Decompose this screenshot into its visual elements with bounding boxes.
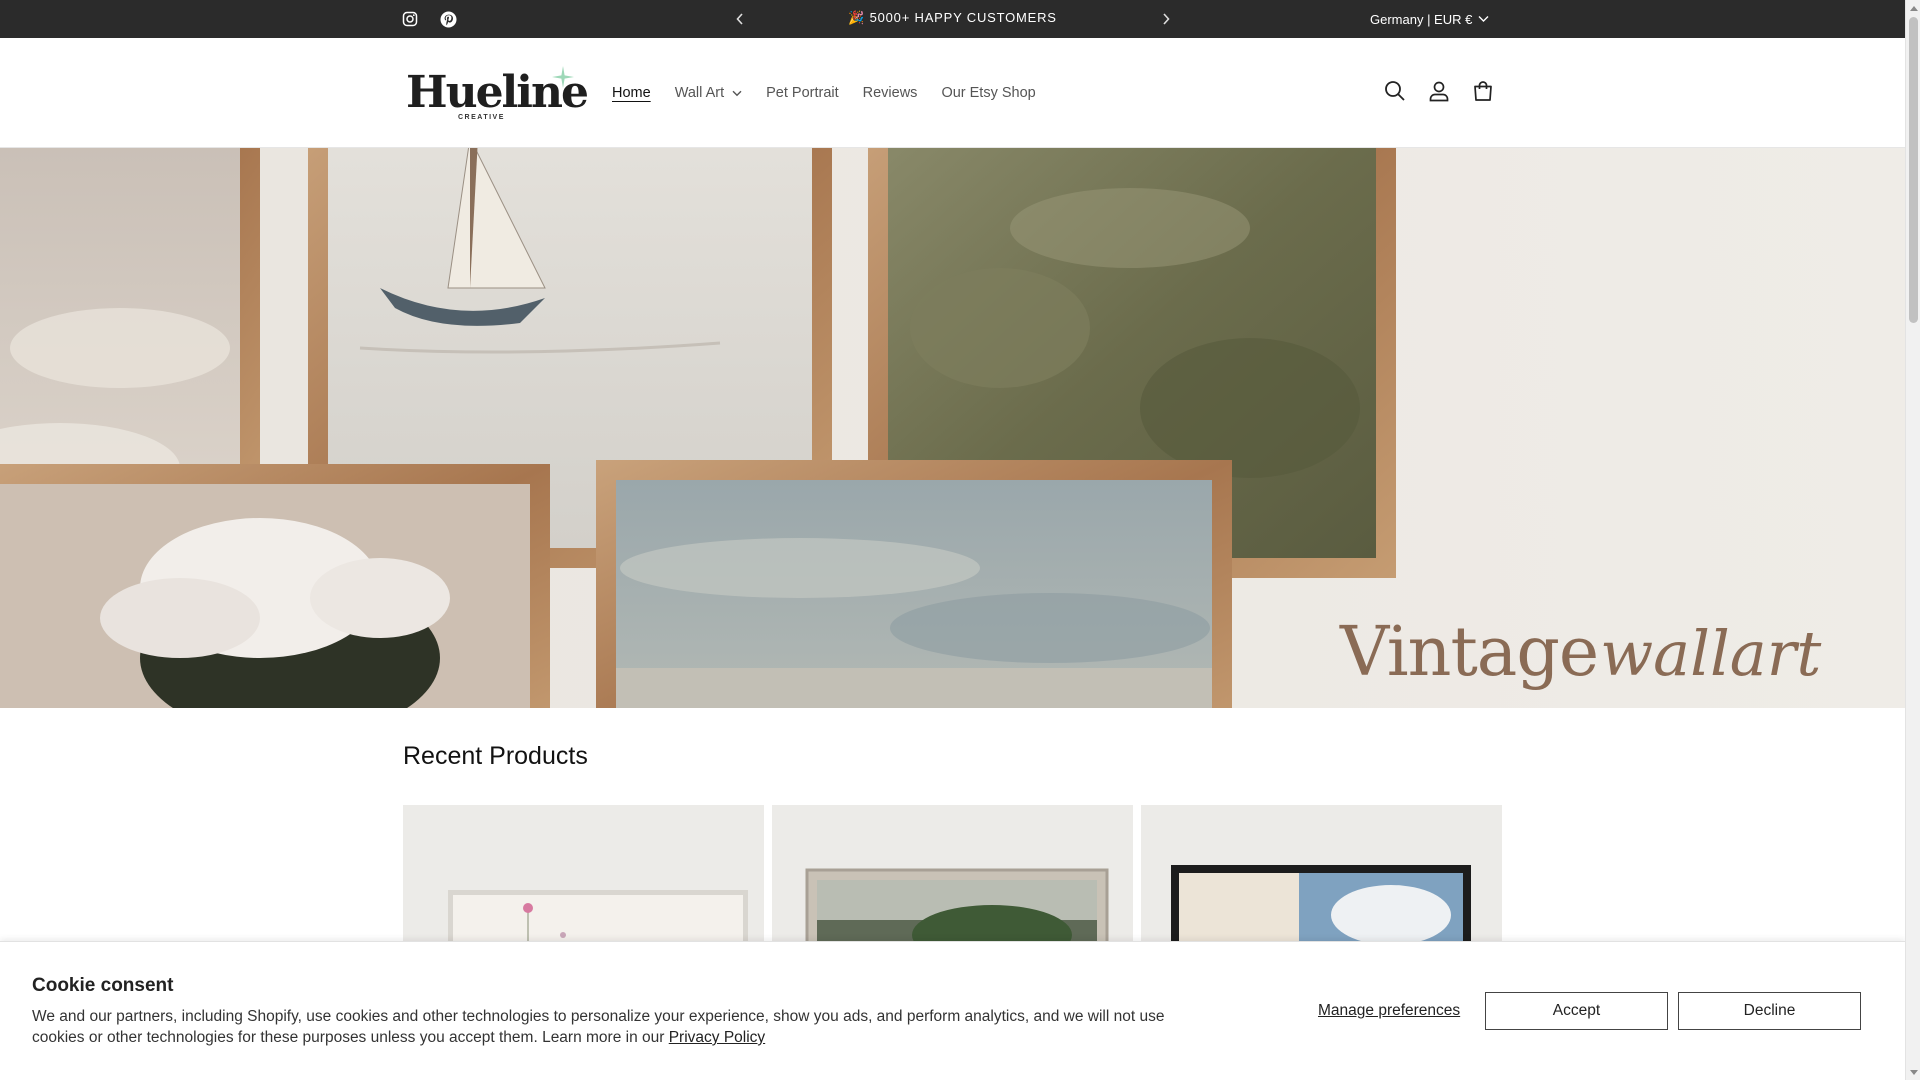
cookie-consent-title: Cookie consent [32,975,174,996]
search-icon[interactable] [1380,76,1410,106]
announcement-prev-arrow-icon[interactable] [730,9,750,29]
cookie-consent-banner: Cookie consent We and our partners, incl… [0,941,1905,1080]
recent-products-title: Recent Products [403,742,588,770]
announcement-next-arrow-icon[interactable] [1156,9,1176,29]
page: 🎉 5000+ HAPPY CUSTOMERS Germany | EUR € … [0,0,1920,1080]
country-selector[interactable]: Germany | EUR € [1370,0,1489,38]
nav-item-label: Home [612,85,651,101]
announcement-bar: 🎉 5000+ HAPPY CUSTOMERS Germany | EUR € [0,0,1905,38]
privacy-policy-link[interactable]: Privacy Policy [669,1029,765,1046]
nav-item-label: Pet Portrait [766,85,839,101]
cart-icon[interactable] [1468,76,1498,106]
nav-item-label: Reviews [862,85,918,101]
chevron-down-icon [1478,16,1489,22]
nav-item-etsy-shop[interactable]: Our Etsy Shop [929,76,1047,110]
main-navigation: Home Wall Art Pet Portrait Reviews Our E… [600,38,1048,148]
page-content: 🎉 5000+ HAPPY CUSTOMERS Germany | EUR € … [0,0,1905,1080]
nav-item-label: Our Etsy Shop [941,85,1036,101]
hero-caption-script: wallart [1600,617,1822,690]
header-icons [1380,76,1498,106]
cookie-consent-body: We and our partners, including Shopify, … [32,1008,1165,1046]
instagram-icon[interactable] [400,9,420,29]
nav-item-home[interactable]: Home [600,76,663,110]
site-header: Hueline CREATIVE Home Wall Art Pet Portr… [0,38,1905,148]
scroll-up-arrow-icon[interactable] [1909,3,1918,13]
sparkle-icon [552,66,574,88]
pinterest-icon[interactable] [438,9,458,29]
nav-item-wall-art[interactable]: Wall Art [663,76,754,110]
scrollbar-thumb[interactable] [1909,17,1918,323]
nav-item-reviews[interactable]: Reviews [851,76,930,110]
scroll-down-arrow-icon[interactable] [1909,1067,1918,1077]
account-icon[interactable] [1424,76,1454,106]
cookie-consent-text: We and our partners, including Shopify, … [32,1006,1212,1048]
hero-caption: Vintagewallart [1340,613,1821,692]
scrollbar[interactable] [1905,0,1920,1080]
hero-banner[interactable]: Vintagewallart [0,148,1905,708]
decline-button[interactable]: Decline [1678,992,1861,1030]
nav-item-label: Wall Art [674,85,725,101]
announcement-message: 🎉 5000+ HAPPY CUSTOMERS [848,10,1057,25]
hero-caption-main: Vintage [1340,613,1599,692]
nav-item-pet-portrait[interactable]: Pet Portrait [754,76,851,110]
logo-subtext: CREATIVE [458,114,505,121]
manage-preferences-link[interactable]: Manage preferences [1318,1002,1460,1020]
chevron-down-icon [732,90,742,96]
country-selector-label: Germany | EUR € [1370,11,1473,27]
accept-button[interactable]: Accept [1485,992,1668,1030]
logo[interactable]: Hueline CREATIVE [403,63,589,131]
